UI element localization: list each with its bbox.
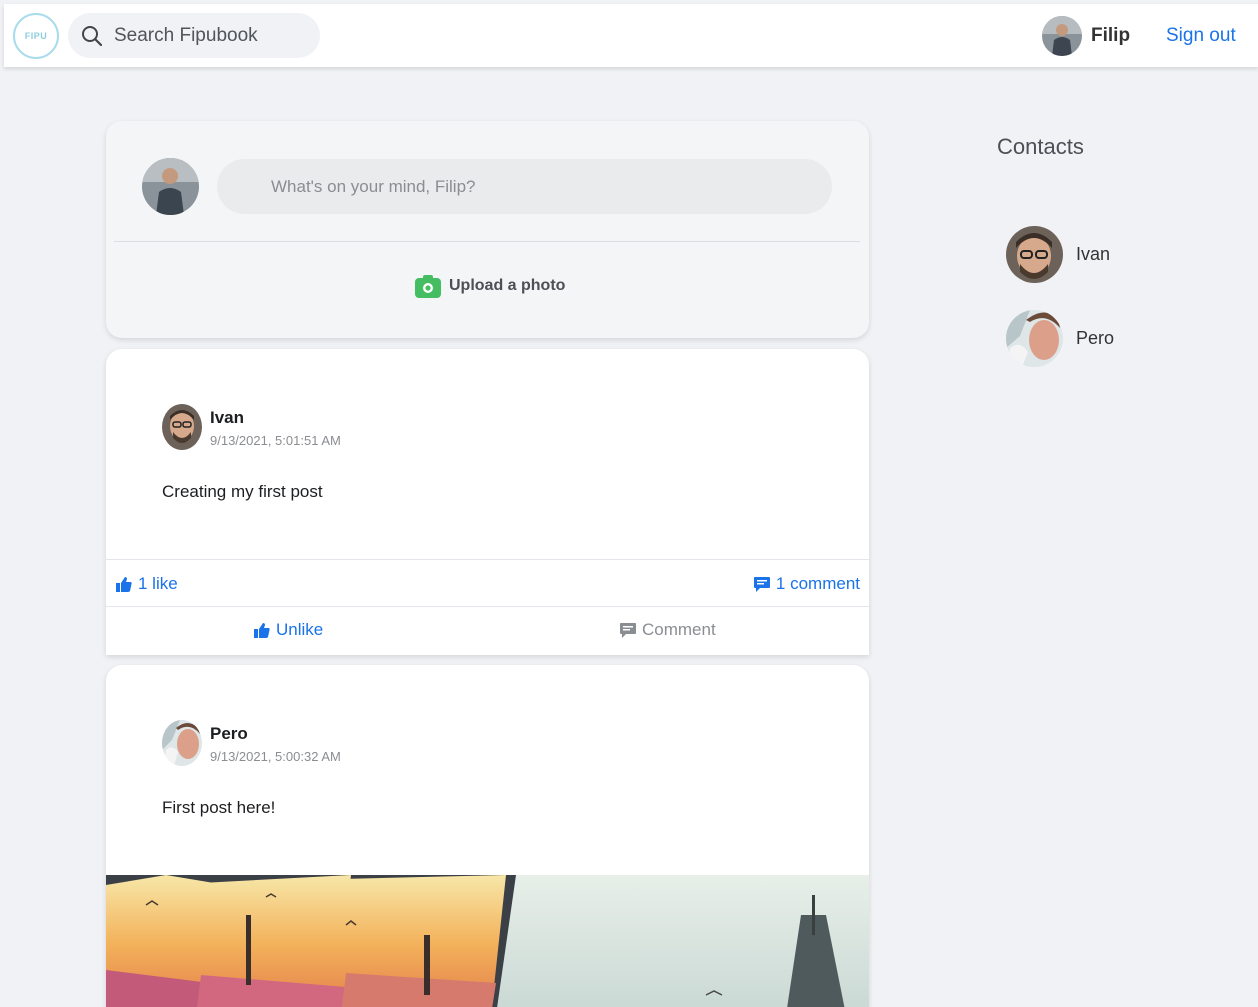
fipu-logo[interactable]: FIPU [13, 13, 59, 59]
post-timestamp: 9/13/2021, 5:00:32 AM [210, 749, 341, 764]
avatar [1042, 16, 1082, 56]
contact-name: Ivan [1076, 244, 1111, 264]
upload-photo-label: Upload a photo [449, 277, 566, 294]
unlike-button[interactable]: Unlike [254, 620, 323, 640]
thumbs-up-icon [254, 623, 270, 638]
avatar[interactable] [162, 404, 202, 450]
likes-label: 1 like [138, 574, 178, 593]
search-input[interactable] [114, 24, 304, 47]
contact-name: Pero [1076, 328, 1115, 348]
camera-icon [415, 275, 441, 298]
search-bar[interactable] [68, 13, 320, 58]
upload-photo-button[interactable]: Upload a photo [415, 274, 565, 298]
post-author: Ivan 9/13/2021, 5:01:51 AM [162, 404, 341, 450]
comments-label: 1 comment [775, 574, 860, 593]
post-timestamp: 9/13/2021, 5:01:51 AM [210, 433, 341, 448]
thumbs-up-icon [116, 577, 132, 592]
avatar [1006, 226, 1063, 283]
post-text: Creating my first post [162, 482, 323, 501]
comment-action-label: Comment [642, 620, 716, 639]
avatar [142, 158, 199, 215]
post-actions: Unlike Comment [106, 607, 869, 655]
post-photo[interactable] [106, 875, 869, 1007]
avatar[interactable] [162, 720, 202, 766]
search-icon [82, 25, 103, 46]
unlike-label: Unlike [276, 620, 324, 639]
nav-user-profile[interactable]: Filip [1042, 16, 1130, 56]
nav-user-name: Filip [1091, 25, 1131, 46]
sign-out-link[interactable]: Sign out [1166, 25, 1236, 47]
post-author-name[interactable]: Pero [210, 724, 341, 744]
logo-text: FIPU [24, 31, 48, 41]
post-author: Pero 9/13/2021, 5:00:32 AM [162, 720, 341, 766]
post-card: Ivan 9/13/2021, 5:01:51 AM Creating my f… [106, 349, 869, 655]
comment-button[interactable]: Comment [620, 620, 716, 640]
contact-item-pero[interactable]: Pero [1006, 310, 1114, 367]
post-composer-input[interactable] [217, 159, 832, 214]
contact-item-ivan[interactable]: Ivan [1006, 226, 1110, 283]
post-author-name[interactable]: Ivan [210, 408, 341, 428]
likes-count[interactable]: 1 like [116, 574, 178, 594]
top-navbar: FIPU Filip Sign out [4, 4, 1258, 67]
comments-count[interactable]: 1 comment [753, 574, 860, 594]
post-text: First post here! [162, 798, 276, 817]
create-post-card: Upload a photo [106, 121, 869, 338]
comment-icon [753, 577, 770, 592]
avatar [1006, 310, 1063, 367]
post-card: Pero 9/13/2021, 5:00:32 AM First post he… [106, 665, 869, 1007]
divider [114, 241, 860, 242]
comment-icon [620, 623, 636, 638]
contacts-title: Contacts [997, 134, 1084, 159]
post-stats: 1 like 1 comment [106, 559, 869, 607]
